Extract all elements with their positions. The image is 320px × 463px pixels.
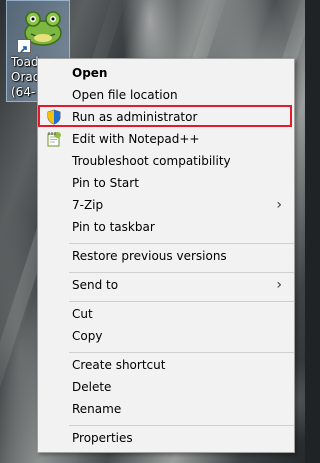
menu-separator [69, 272, 294, 273]
shortcut-arrow-icon [17, 39, 31, 53]
menu-separator [69, 352, 294, 353]
submenu-arrow-icon: › [276, 277, 282, 293]
submenu-arrow-icon: › [276, 197, 282, 213]
menu-item-7-zip[interactable]: 7-Zip › [38, 194, 294, 216]
menu-item-properties[interactable]: Properties [38, 427, 294, 449]
menu-item-copy[interactable]: Copy [38, 325, 294, 347]
menu-item-open-file-location[interactable]: Open file location [38, 84, 294, 106]
menu-separator [69, 243, 294, 244]
menu-item-cut[interactable]: Cut [38, 303, 294, 325]
menu-separator [69, 301, 294, 302]
menu-item-rename[interactable]: Rename [38, 398, 294, 420]
menu-item-troubleshoot-compatibility[interactable]: Troubleshoot compatibility [38, 150, 294, 172]
notepad-plus-plus-icon [47, 132, 61, 147]
menu-item-delete[interactable]: Delete [38, 376, 294, 398]
context-menu: Open Open file location Run as administr… [37, 58, 295, 453]
menu-item-create-shortcut[interactable]: Create shortcut [38, 354, 294, 376]
menu-item-edit-with-notepad[interactable]: Edit with Notepad++ [38, 128, 294, 150]
menu-item-pin-to-start[interactable]: Pin to Start [38, 172, 294, 194]
run-as-administrator-highlight [38, 105, 292, 127]
menu-item-restore-previous-versions[interactable]: Restore previous versions [38, 245, 294, 267]
menu-item-open[interactable]: Open [38, 62, 294, 84]
menu-item-send-to[interactable]: Send to › [38, 274, 294, 296]
menu-item-pin-to-taskbar[interactable]: Pin to taskbar [38, 216, 294, 238]
menu-separator [69, 425, 294, 426]
